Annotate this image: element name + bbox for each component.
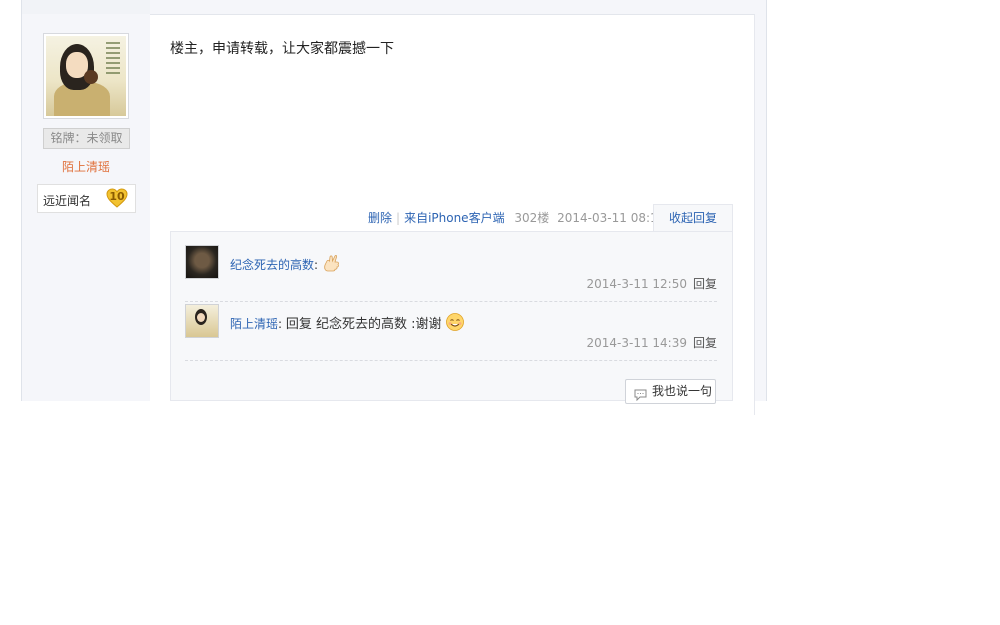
comment-time: 2014-3-11 14:39 [586,336,687,350]
client-source-link[interactable]: 来自iPhone客户端 [404,211,505,225]
comment-meta: 2014-3-11 14:39 回复 [586,334,717,351]
user-avatar[interactable] [43,33,129,119]
smiling-face-icon [445,312,465,335]
comment-author[interactable]: 陌上清瑶 [230,317,278,331]
post-text: 楼主，申请转载，让大家都震撼一下 [170,41,394,57]
top-strip [22,0,150,14]
avatar-image [46,36,126,116]
say-something-button[interactable]: 我也说一句 [625,379,716,404]
thumbs-up-hand-icon [322,253,342,276]
say-something-label: 我也说一句 [652,384,713,398]
user-level-box[interactable]: 远近闻名 10 [37,184,136,213]
comment-line: 陌上清瑶: 回复 纪念死去的高数 :谢谢 [230,312,465,335]
comment-reply-button[interactable]: 回复 [693,336,717,350]
level-name: 远近闻名 [43,194,92,208]
comment-meta: 2014-3-11 12:50 回复 [586,275,717,292]
comment-divider [185,360,717,361]
comment-author[interactable]: 纪念死去的高数 [230,258,314,272]
comment-colon: : [278,317,283,331]
speech-bubble-icon [634,386,647,409]
comment-divider [185,301,717,302]
post-datetime: 2014-03-11 08:18 [557,211,666,225]
post-frame: 铭牌：未领取 陌上清瑶 远近闻名 10 楼主，申请转载，让大家都震撼一下 删除 |… [21,0,767,415]
level-heart-icon: 10 [106,188,128,208]
collapse-replies-button[interactable]: 收起回复 [653,204,733,231]
post-content: 楼主，申请转载，让大家都震撼一下 删除 | 来自iPhone客户端 302楼 201… [150,14,755,415]
comment-body: 回复 纪念死去的高数 :谢谢 [285,317,442,332]
level-number: 10 [109,190,125,203]
tail-separator: | [396,211,401,225]
floor-number: 302楼 [514,211,550,225]
delete-link[interactable]: 删除 [368,211,392,225]
post-tail: 删除 | 来自iPhone客户端 302楼 2014-03-11 08:18 [368,209,665,226]
comment-time: 2014-3-11 12:50 [586,277,687,291]
comment-line: 纪念死去的高数: [230,253,342,276]
comment-colon: : [314,258,319,272]
comment-reply-button[interactable]: 回复 [693,277,717,291]
nameplate-badge[interactable]: 铭牌：未领取 [43,128,130,149]
comment-avatar[interactable] [185,245,219,279]
comment-panel: 纪念死去的高数: 2014-3-11 12:50 回复 陌上清瑶: 回复 纪念死… [170,231,733,404]
comment-avatar[interactable] [185,304,219,338]
username-link[interactable]: 陌上清瑶 [22,158,150,175]
